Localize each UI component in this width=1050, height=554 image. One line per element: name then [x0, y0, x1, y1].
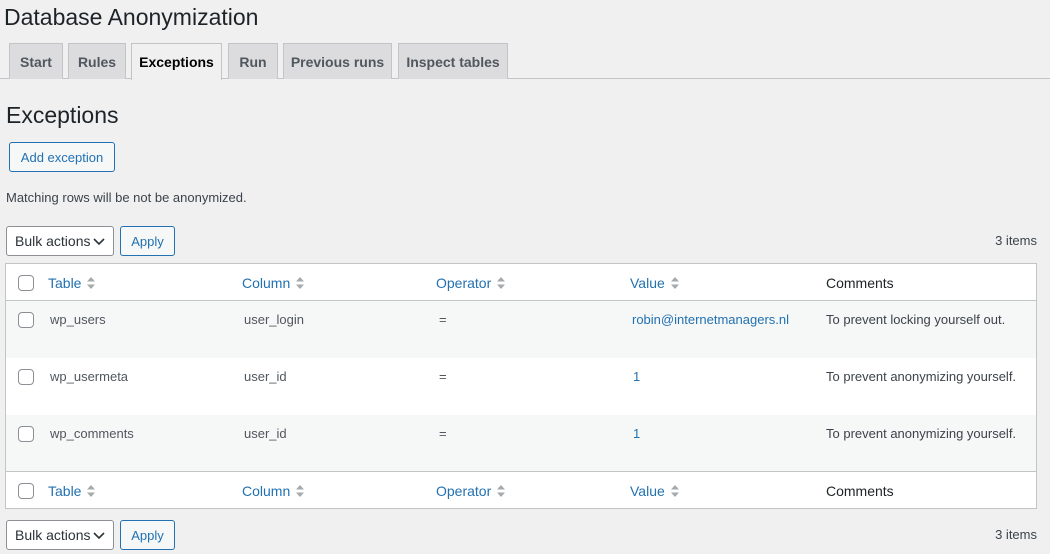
column-header-operator[interactable]: Operator	[436, 264, 506, 301]
row-checkbox[interactable]	[18, 369, 34, 385]
table-header: Table Column Operator Value Comments	[6, 264, 1036, 301]
sort-arrows-icon	[296, 484, 305, 497]
table-row: wp_usermeta user_id = 1 To prevent anony…	[6, 358, 1036, 415]
cell-column: user_id	[244, 426, 287, 441]
chevron-down-icon	[93, 532, 105, 540]
column-footer-comments: Comments	[826, 482, 894, 499]
select-all-checkbox-footer[interactable]	[18, 483, 34, 499]
cell-table: wp_users	[50, 312, 106, 327]
select-all-checkbox[interactable]	[18, 275, 34, 291]
column-footer-column[interactable]: Column	[242, 472, 305, 509]
column-footer-value[interactable]: Value	[630, 472, 680, 509]
exceptions-table: Table Column Operator Value Comments wp_…	[5, 263, 1037, 509]
bulk-actions-select-bottom[interactable]: Bulk actions	[6, 520, 114, 550]
bulk-actions-select-top[interactable]: Bulk actions	[6, 226, 114, 256]
bulk-actions-value: Bulk actions	[15, 527, 91, 543]
cell-comment: To prevent anonymizing yourself.	[826, 426, 1017, 441]
table-row: wp_comments user_id = 1 To prevent anony…	[6, 415, 1036, 472]
cell-value: robin@internetmanagers.nl	[632, 312, 790, 327]
column-header-table[interactable]: Table	[48, 264, 96, 301]
sort-arrows-icon	[87, 276, 96, 289]
apply-button-bottom[interactable]: Apply	[120, 520, 175, 550]
tab-previous-runs[interactable]: Previous runs	[283, 43, 392, 79]
chevron-down-icon	[93, 238, 105, 246]
cell-operator: =	[439, 369, 447, 384]
tab-inspect-tables[interactable]: Inspect tables	[398, 43, 508, 79]
cell-operator: =	[439, 312, 447, 327]
cell-column: user_login	[244, 312, 304, 327]
sort-arrows-icon	[296, 276, 305, 289]
apply-button-top[interactable]: Apply	[120, 226, 175, 256]
cell-comment: To prevent anonymizing yourself.	[826, 369, 1017, 384]
items-count-bottom: 3 items	[995, 527, 1037, 542]
column-header-column[interactable]: Column	[242, 264, 305, 301]
cell-value: 1	[633, 369, 641, 384]
cell-value: 1	[633, 426, 641, 441]
table-row: wp_users user_login = robin@internetmana…	[6, 301, 1036, 358]
row-checkbox[interactable]	[18, 312, 34, 328]
column-header-comments: Comments	[826, 274, 894, 291]
cell-table: wp_usermeta	[50, 369, 129, 384]
cell-operator: =	[439, 426, 447, 441]
items-count-top: 3 items	[995, 233, 1037, 248]
table-footer: Table Column Operator Value Comments	[6, 471, 1036, 508]
sort-arrows-icon	[497, 484, 506, 497]
column-footer-table[interactable]: Table	[48, 472, 96, 509]
tab-exceptions[interactable]: Exceptions	[131, 43, 222, 80]
column-footer-operator[interactable]: Operator	[436, 472, 506, 509]
bulk-actions-value: Bulk actions	[15, 233, 91, 249]
sort-arrows-icon	[87, 484, 96, 497]
info-note: Matching rows will be not be anonymized.	[6, 190, 247, 205]
cell-table: wp_comments	[50, 426, 134, 441]
tab-rules[interactable]: Rules	[68, 43, 126, 79]
page-title: Database Anonymization	[4, 4, 259, 30]
sort-arrows-icon	[670, 276, 679, 289]
add-exception-button[interactable]: Add exception	[9, 142, 115, 172]
section-title: Exceptions	[6, 102, 119, 128]
sort-arrows-icon	[670, 484, 679, 497]
tab-run[interactable]: Run	[228, 43, 278, 79]
tab-bar: Start Rules Exceptions Run Previous runs…	[0, 43, 1050, 80]
sort-arrows-icon	[497, 276, 506, 289]
cell-column: user_id	[244, 369, 287, 384]
column-header-value[interactable]: Value	[630, 264, 680, 301]
tab-start[interactable]: Start	[9, 43, 63, 79]
cell-comment: To prevent locking yourself out.	[826, 312, 1006, 327]
row-checkbox[interactable]	[18, 426, 34, 442]
